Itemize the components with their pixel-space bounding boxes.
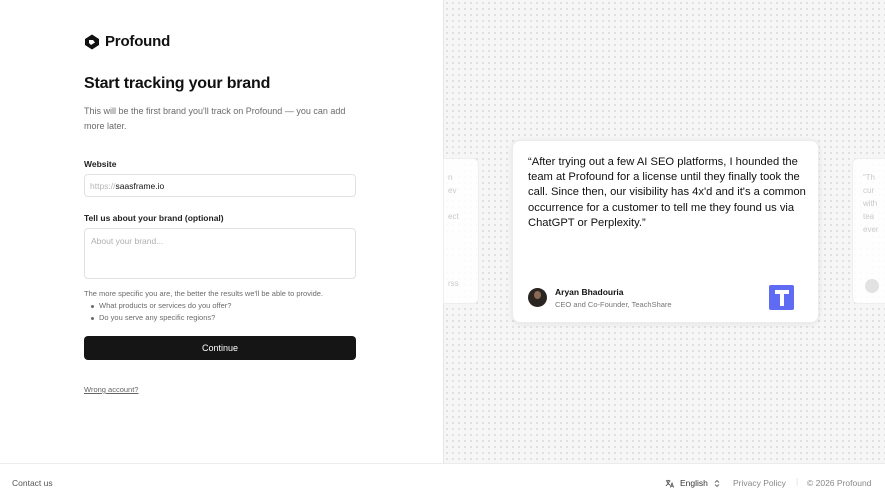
contact-us-link[interactable]: Contact us: [12, 478, 53, 488]
language-selector[interactable]: English: [665, 478, 720, 488]
website-value: saasframe.io: [115, 180, 165, 191]
avatar: [528, 288, 547, 307]
ghost-text: n ev ect: [448, 173, 459, 221]
website-field[interactable]: https:// saasframe.io: [84, 174, 356, 197]
continue-button[interactable]: Continue: [84, 336, 356, 360]
avatar: [865, 279, 879, 293]
brand-name: Profound: [105, 33, 171, 50]
hint-intro: The more specific you are, the better th…: [84, 289, 324, 298]
website-label: Website: [84, 159, 117, 169]
privacy-policy-link[interactable]: Privacy Policy: [733, 478, 786, 488]
teachshare-logo-icon: [774, 289, 789, 306]
hint-item: Do you serve any specific regions?: [89, 312, 323, 324]
chevron-updown-icon: [714, 479, 720, 487]
testimonial-card: “After trying out a few AI SEO platforms…: [512, 140, 819, 323]
about-textarea[interactable]: About your brand...: [84, 228, 356, 279]
signup-panel: Profound Start tracking your brand This …: [0, 0, 443, 463]
page-title: Start tracking your brand: [84, 75, 271, 92]
ghost-text: rss: [448, 279, 459, 288]
about-label: Tell us about your brand (optional): [84, 213, 224, 223]
prev-testimonial-card[interactable]: n ev ect rss: [443, 158, 479, 304]
hint-block: The more specific you are, the better th…: [84, 288, 323, 324]
hint-item: What products or services do you offer?: [89, 300, 323, 312]
language-label: English: [680, 478, 708, 488]
ghost-text: “Th cur with tea ever: [863, 173, 879, 234]
testimonial-author: Aryan Bhadouria: [555, 287, 624, 297]
page-subtitle: This will be the first brand you'll trac…: [84, 106, 346, 131]
footer: Contact us English Privacy Policy | © 20…: [0, 463, 885, 502]
brand-logo: Profound: [84, 33, 170, 50]
translate-icon: [665, 479, 674, 488]
company-logo: [769, 285, 794, 310]
testimonial-role: CEO and Co-Founder, TeachShare: [555, 300, 672, 309]
footer-divider: |: [796, 476, 799, 486]
next-testimonial-card[interactable]: “Th cur with tea ever: [852, 158, 885, 304]
testimonial-quote: “After trying out a few AI SEO platforms…: [528, 156, 806, 229]
website-prefix: https://: [90, 180, 116, 191]
wrong-account-link[interactable]: Wrong account?: [84, 385, 138, 394]
copyright: © 2026 Profound: [807, 478, 872, 488]
profound-logo-icon: [85, 34, 99, 49]
